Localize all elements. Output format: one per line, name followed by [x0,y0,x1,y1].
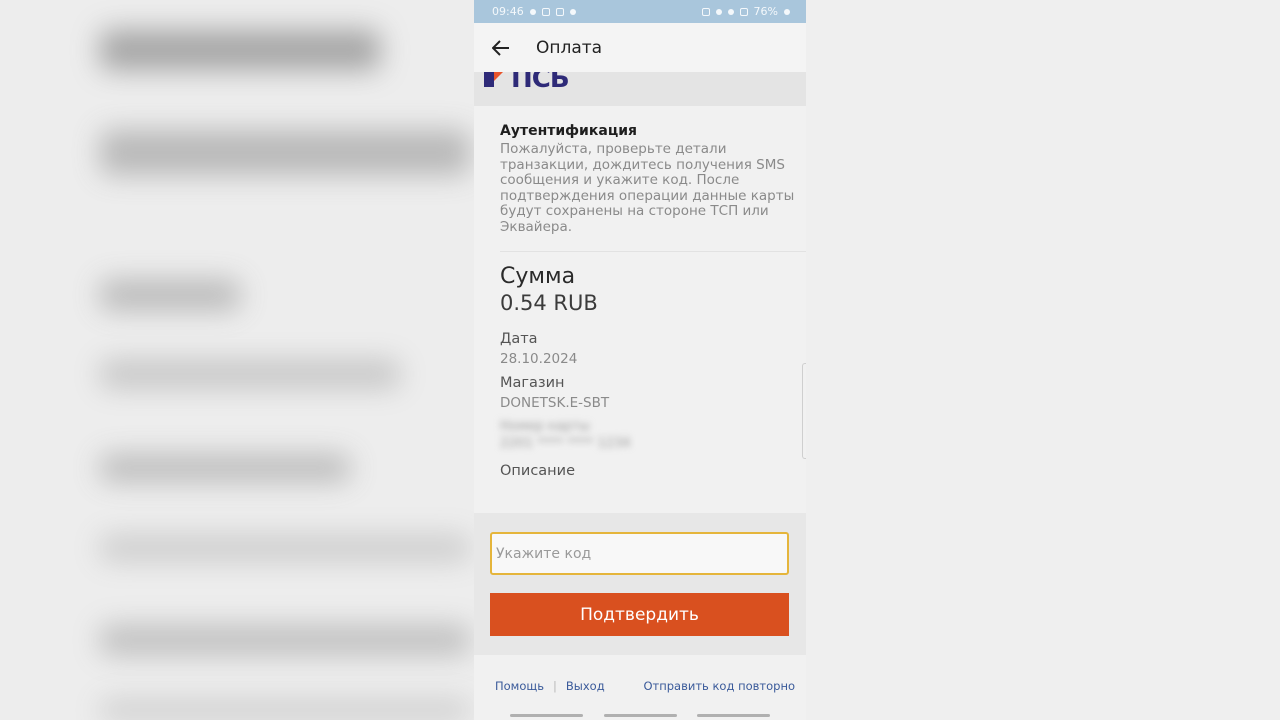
footer: Помощь | Выход Отправить код повторно [474,655,806,720]
shop-label: Магазин [500,375,565,391]
shop-value: DONETSK.E-SBT [500,395,610,411]
navigation-bar [510,714,770,717]
sum-label: Сумма [500,264,576,289]
link-separator: | [553,679,557,693]
auth-description: Пожалуйста, проверьте детали транзакции,… [500,141,795,235]
sum-value: 0.54 RUB [500,291,598,315]
wifi-icon [727,8,734,15]
bank-logo: ПСБ [482,72,570,94]
status-time: 09:46 [492,5,524,18]
message-icon [541,7,550,16]
scrollbar[interactable] [802,363,806,459]
home-button[interactable] [603,714,677,717]
confirm-button[interactable]: Подтвердить [490,593,789,636]
date-label: Дата [500,331,538,347]
weather-icon [529,8,536,15]
page-title: Оплата [536,37,603,58]
payment-details: Аутентификация Пожалуйста, проверьте дет… [474,123,806,479]
bank-header: ПСБ [474,72,806,106]
exit-link[interactable]: Выход [566,679,605,693]
divider [500,251,806,252]
resend-code-link[interactable]: Отправить код повторно [643,679,795,693]
sms-code-input[interactable] [490,532,789,575]
battery-percent: 76% [753,5,778,18]
card-number-value: 2201 **** **** 1234 [500,436,631,451]
footer-links: Помощь | Выход Отправить код повторно [495,679,795,693]
phone-screen: 09:46 76% Оплата ПСБ Аутентификация Пожа… [474,0,806,720]
back-button[interactable] [488,35,514,61]
card-number-label: Номер карты [500,419,590,434]
description-label: Описание [500,463,575,479]
back-nav-button[interactable] [697,714,770,717]
bank-logo-text: ПСБ [511,72,570,94]
psb-logo-icon [484,72,503,87]
date-value: 28.10.2024 [500,351,578,367]
location-icon [569,8,576,15]
app-bar: Оплата [474,23,806,72]
recent-apps-button[interactable] [510,714,583,717]
code-form: Подтвердить [474,513,806,655]
help-link[interactable]: Помощь [495,679,544,693]
signal-icon [739,7,748,16]
mail-icon [555,7,564,16]
arrow-left-icon [492,39,509,56]
battery-icon [784,8,790,15]
alarm-icon [715,8,722,15]
status-bar: 09:46 76% [474,0,806,23]
auth-title: Аутентификация [500,123,637,139]
battery-saver-icon [701,7,710,16]
